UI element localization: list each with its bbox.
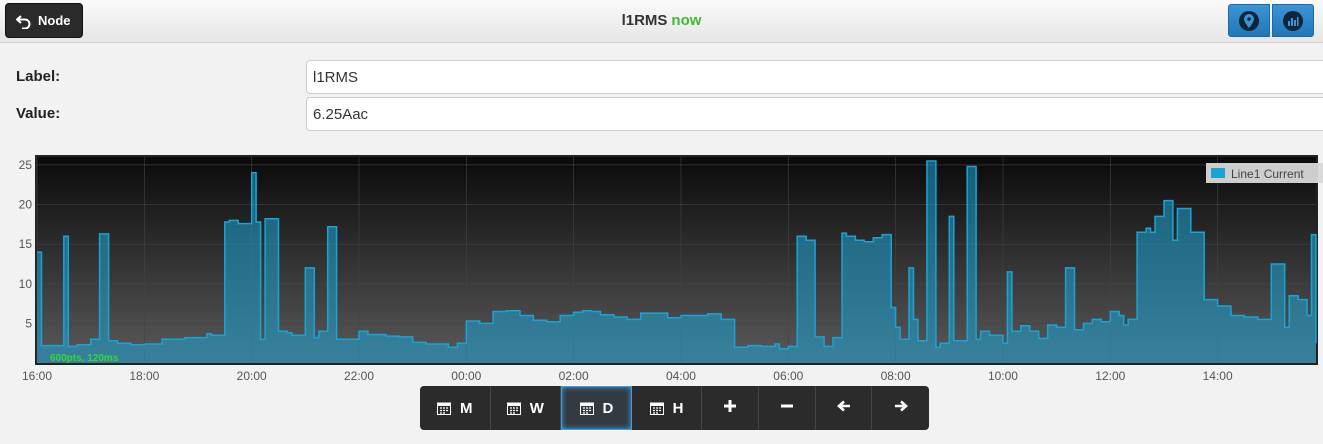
pan-left-button[interactable]: [816, 386, 873, 430]
x-tick-label: 08:00: [881, 369, 911, 383]
x-tick-label: 14:00: [1203, 369, 1233, 383]
legend: Line1 Current: [1206, 163, 1323, 183]
calendar-icon: [506, 401, 521, 415]
day-button[interactable]: D: [561, 386, 632, 430]
month-label: M: [460, 399, 473, 417]
hour-label: H: [672, 399, 684, 417]
bar-chart-icon: [1283, 10, 1303, 31]
legend-label: Line1 Current: [1231, 167, 1304, 181]
feed-name: l1RMS: [621, 12, 668, 29]
legend-swatch: [1211, 168, 1225, 178]
value-caption: Value:: [16, 105, 61, 122]
label-field[interactable]: [306, 60, 1323, 94]
label-caption: Label:: [16, 68, 61, 85]
graph-button[interactable]: [1272, 4, 1314, 37]
calendar-icon: [649, 401, 664, 415]
location-button[interactable]: [1228, 4, 1270, 37]
current-chart[interactable]: 5 10 15 20 25 16:00 18:00 20:00 22:00 00:00 02:00…: [0, 150, 1323, 386]
map-marker-icon: [1239, 10, 1259, 31]
y-tick-label: 10: [19, 277, 33, 291]
arrow-right-icon: [894, 399, 908, 417]
pan-right-button[interactable]: [872, 386, 929, 430]
zoom-in-button[interactable]: [702, 386, 759, 430]
x-tick-label: 02:00: [559, 369, 589, 383]
x-tick-label: 20:00: [237, 369, 267, 383]
y-tick-label: 5: [25, 316, 32, 330]
week-label: W: [529, 399, 544, 417]
calendar-icon: [579, 401, 594, 415]
day-label: D: [602, 399, 614, 417]
page-title: l1RMS now: [0, 12, 1323, 29]
zoom-out-button[interactable]: [759, 386, 816, 430]
week-button[interactable]: W: [491, 386, 562, 430]
y-tick-label: 20: [19, 198, 33, 212]
y-tick-label: 25: [19, 158, 33, 172]
plus-icon: [723, 399, 737, 417]
x-tick-label: 10:00: [988, 369, 1018, 383]
chart-stats: 600pts, 120ms: [50, 353, 119, 364]
minus-icon: [780, 399, 794, 417]
x-tick-label: 16:00: [22, 369, 52, 383]
x-tick-label: 06:00: [773, 369, 803, 383]
value-field[interactable]: [306, 97, 1323, 131]
x-tick-label: 12:00: [1095, 369, 1125, 383]
x-tick-label: 18:00: [129, 369, 159, 383]
month-button[interactable]: M: [420, 386, 491, 430]
hour-button[interactable]: H: [632, 386, 703, 430]
calendar-icon: [437, 401, 452, 415]
y-tick-label: 15: [19, 237, 33, 251]
x-tick-label: 04:00: [666, 369, 696, 383]
status-badge: now: [671, 12, 702, 29]
top-bar: Node l1RMS now: [0, 0, 1323, 43]
range-toolbar: M W D H: [420, 386, 929, 430]
arrow-left-icon: [836, 399, 851, 417]
x-tick-label: 00:00: [451, 369, 481, 383]
x-tick-label: 22:00: [344, 369, 374, 383]
